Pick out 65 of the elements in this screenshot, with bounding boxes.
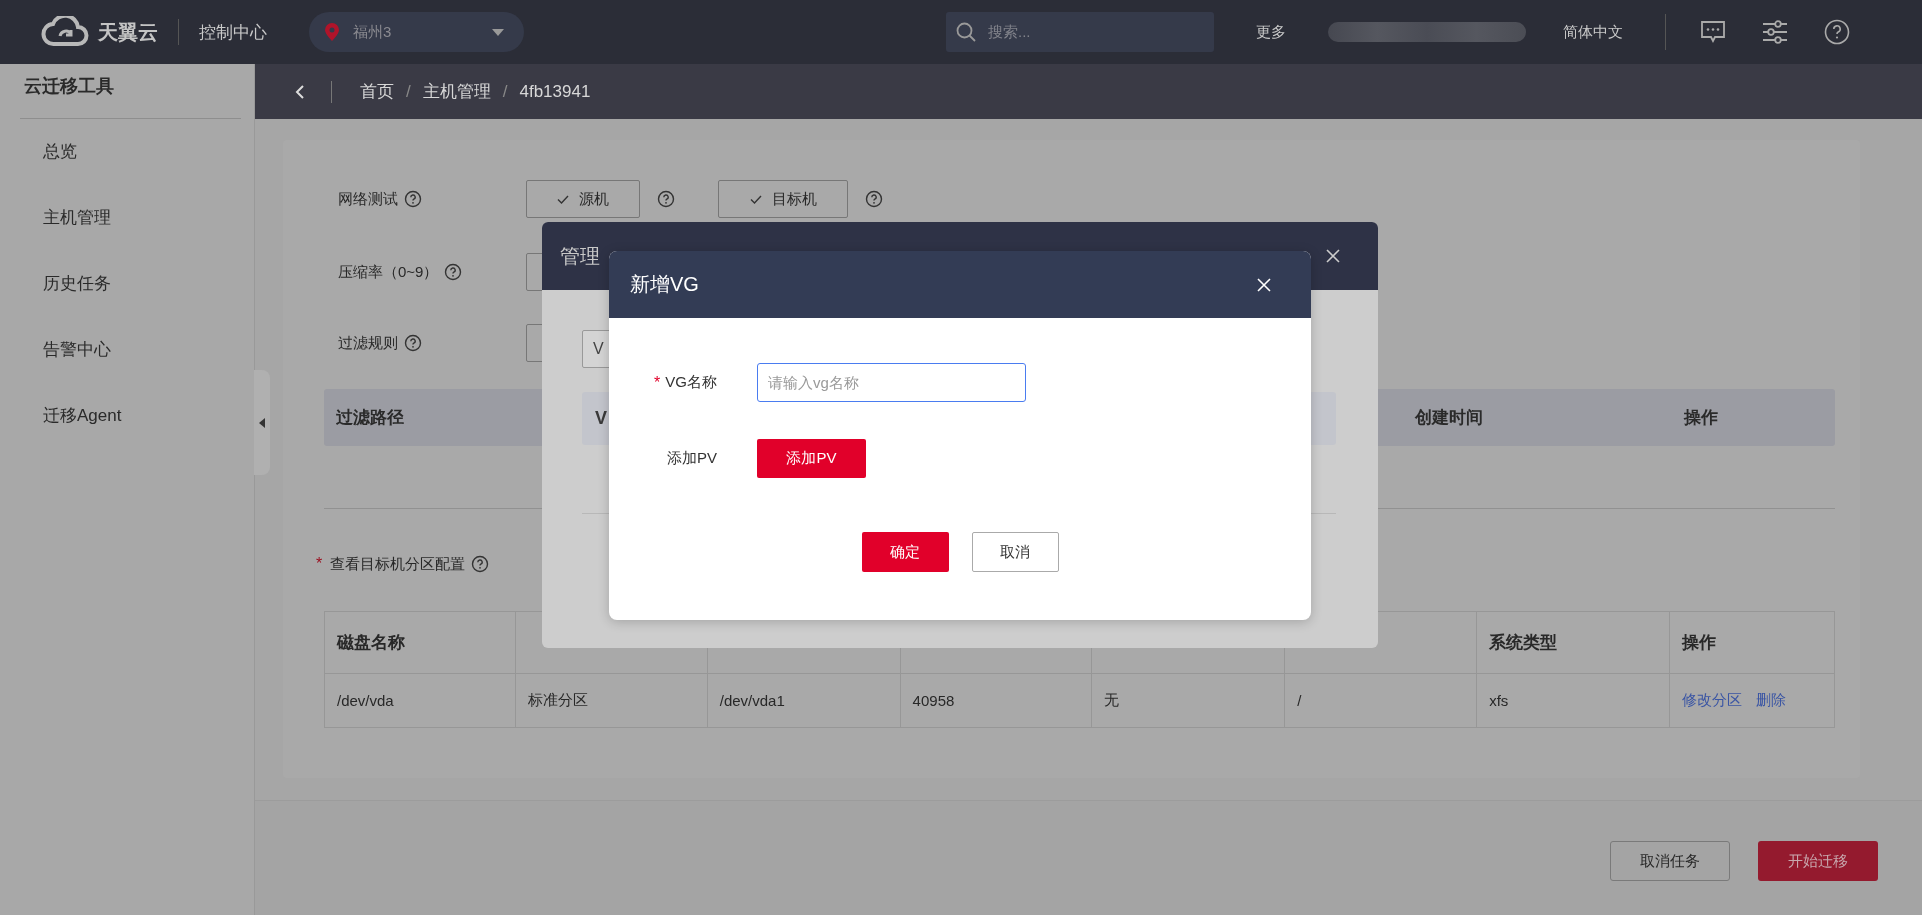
check-button[interactable]: 目标机	[718, 180, 848, 218]
brand-name: 天翼云	[98, 19, 158, 45]
console-link[interactable]: 控制中心	[199, 20, 267, 44]
column-header: 操作	[1684, 408, 1718, 427]
breadcrumb-separator: /	[406, 81, 411, 102]
table-cell: /dev/vda1	[719, 692, 785, 709]
vg-name-input[interactable]: 请输入vg名称	[757, 363, 1026, 402]
confirm-button[interactable]: 确定	[861, 532, 949, 572]
sidebar-item[interactable]: 主机管理	[0, 185, 254, 251]
message-icon[interactable]	[1700, 20, 1726, 44]
start-button[interactable]: 开始迁移	[1758, 841, 1878, 881]
close-icon[interactable]	[1326, 249, 1340, 263]
form-label: 压缩率（0~9）	[338, 262, 439, 282]
sidebar-item[interactable]: 总览	[0, 119, 254, 185]
breadcrumb-separator: /	[502, 81, 508, 102]
check-button[interactable]: 源机	[526, 180, 640, 218]
settings-sliders-icon[interactable]	[1762, 20, 1788, 44]
breadcrumb-item[interactable]: 首页	[360, 80, 394, 103]
breadcrumb-item: 4fb13941	[519, 81, 591, 102]
collapse-arrow-icon	[259, 417, 265, 428]
required-mark: *	[654, 373, 661, 392]
table-cell: 无	[1104, 691, 1120, 708]
table-cell: 标准分区	[527, 691, 588, 708]
table-cell: 40958	[912, 692, 955, 709]
form-label: 查看目标机分区配置	[330, 554, 465, 574]
column-header: 系统类型	[1489, 633, 1558, 652]
column-header: 磁盘名称	[337, 633, 405, 652]
help-icon	[865, 190, 883, 208]
form-label: 网络测试	[338, 189, 398, 209]
table-cell: xfs	[1489, 692, 1509, 709]
column-header: 操作	[1682, 633, 1716, 652]
sidebar-item[interactable]: 历史任务	[0, 251, 254, 317]
check-icon	[557, 194, 569, 204]
dialog-title: 新增VG	[630, 272, 700, 297]
column-header: 过滤路径	[336, 408, 404, 427]
collapse-handle[interactable]	[254, 370, 270, 475]
sidebar-title: 云迁移工具	[23, 75, 115, 98]
caret-icon	[492, 28, 504, 36]
check-icon	[749, 194, 762, 204]
sidebar-item[interactable]: 告警中心	[0, 317, 254, 383]
add-pv-button[interactable]: 添加PV	[757, 439, 866, 478]
cancel-button[interactable]: 取消	[971, 532, 1059, 572]
search-icon	[956, 22, 976, 42]
form-label: VG名称	[665, 373, 717, 392]
help-icon	[657, 190, 675, 208]
column-header: 创建时间	[1415, 408, 1483, 427]
region-selector[interactable]: 福州3	[309, 12, 524, 52]
required-mark: *	[316, 555, 324, 573]
help-icon	[404, 190, 422, 208]
breadcrumb-item[interactable]: 主机管理	[422, 80, 491, 103]
table-cell: /dev/vda	[337, 692, 394, 709]
cancel-button[interactable]: 取消任务	[1610, 841, 1730, 881]
help-icon	[404, 334, 422, 352]
location-pin-icon	[325, 23, 339, 41]
form-label: 过滤规则	[338, 333, 398, 353]
sidebar-item[interactable]: 迁移Agent	[0, 383, 254, 449]
help-icon	[444, 263, 463, 281]
table-cell: /	[1297, 692, 1302, 709]
dialog-title: 管理	[560, 243, 601, 269]
language-link[interactable]: 简体中文	[1563, 22, 1623, 42]
more-link[interactable]: 更多	[1256, 22, 1286, 42]
help-icon[interactable]	[1824, 19, 1850, 45]
help-icon	[471, 555, 489, 573]
back-icon[interactable]	[295, 83, 305, 100]
form-label: 添加PV	[667, 449, 717, 468]
